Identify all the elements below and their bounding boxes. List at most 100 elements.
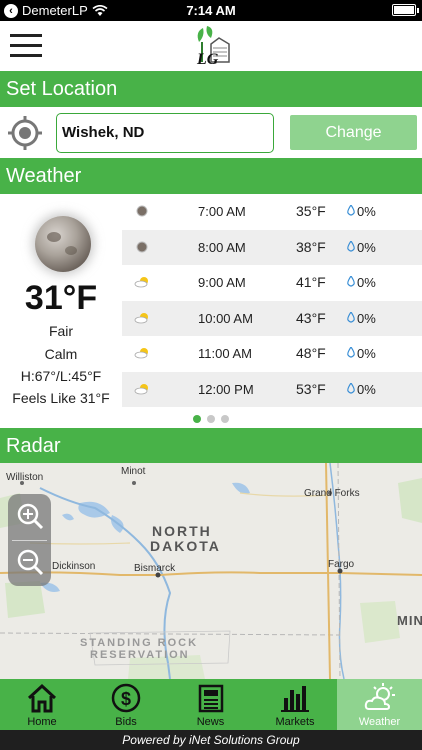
moon-icon: [136, 241, 148, 252]
hour-precip: 0%: [357, 275, 376, 290]
moon-icon: [136, 205, 148, 217]
nav-label: Bids: [115, 716, 137, 728]
map-city-label: Grand Forks: [304, 488, 360, 499]
moon-icon: [35, 216, 91, 272]
sun-cloud-icon: [134, 277, 148, 288]
nav-news[interactable]: News: [168, 679, 253, 730]
hour-time: 11:00 AM: [198, 346, 252, 361]
hourly-row: 9:00 AM 41°F 0%: [122, 265, 422, 301]
current-feels-like: Feels Like 31°F: [12, 390, 110, 406]
hourly-row: 8:00 AM 38°F 0%: [122, 229, 422, 265]
page-dot[interactable]: [192, 415, 201, 423]
current-conditions: 31°F Fair Calm H:67°/L:45°F Feels Like 3…: [0, 194, 122, 428]
dollar-icon: $: [111, 683, 141, 713]
status-bar: ‹ DemeterLP 7:14 AM: [0, 0, 422, 21]
zoom-in-button[interactable]: [8, 494, 51, 540]
zoom-in-icon: [17, 503, 44, 530]
crosshair-locate-icon[interactable]: [8, 116, 42, 150]
zoom-out-button[interactable]: [8, 540, 51, 586]
page-indicator[interactable]: [0, 410, 422, 423]
map-reservation-label: STANDING ROCK: [80, 637, 199, 649]
map-city-label: Fargo: [328, 559, 355, 570]
raindrop-icon: [347, 205, 355, 216]
hour-temp: 48°F: [296, 345, 326, 361]
svg-text:$: $: [121, 689, 131, 709]
sun-cloud-icon: [134, 312, 148, 323]
app-logo: LG: [196, 26, 230, 68]
hour-temp: 41°F: [296, 274, 326, 290]
radar-map[interactable]: Williston Minot Grand Forks Bismarck Far…: [0, 463, 422, 679]
hour-temp: 43°F: [296, 309, 326, 326]
hour-temp: 53°F: [296, 380, 326, 397]
menu-line-icon: [10, 54, 42, 57]
logo-text: LG: [196, 51, 219, 68]
hour-precip: 0%: [357, 239, 376, 255]
bottom-nav: Home $ Bids News Markets Weather: [0, 679, 422, 730]
map-reservation-label: RESERVATION: [90, 649, 190, 661]
set-location-header: Set Location: [0, 71, 422, 107]
nav-markets[interactable]: Markets: [253, 679, 337, 730]
menu-line-icon: [10, 34, 42, 37]
page-dot[interactable]: [207, 415, 215, 423]
hourly-row: 11:00 AM 48°F 0%: [122, 336, 422, 372]
raindrop-icon: [347, 347, 355, 358]
hour-time: 7:00 AM: [198, 204, 246, 219]
top-bar: LG: [0, 21, 422, 71]
hour-temp: 38°F: [296, 238, 326, 255]
nav-label: Home: [27, 716, 57, 728]
footer-powered-by: Powered by iNet Solutions Group: [0, 730, 422, 750]
hour-precip: 0%: [357, 346, 376, 361]
hour-time: 8:00 AM: [198, 239, 246, 255]
menu-line-icon: [10, 44, 42, 47]
hour-precip: 0%: [357, 310, 376, 326]
current-condition: Fair: [48, 323, 74, 339]
change-button[interactable]: Change: [290, 115, 417, 150]
hour-time: 10:00 AM: [198, 310, 253, 326]
bar-chart-icon: [281, 686, 309, 712]
zoom-out-icon: [17, 549, 44, 576]
current-hi-lo: H:67°/L:45°F: [20, 368, 102, 384]
nav-label: Markets: [275, 716, 315, 728]
home-icon: [27, 683, 57, 713]
hour-time: 9:00 AM: [198, 275, 246, 290]
location-row: Wishek, ND Change: [0, 107, 422, 159]
battery-icon: [392, 4, 419, 16]
map-state-label: DAKOTA: [150, 538, 221, 554]
hour-precip: 0%: [357, 381, 376, 397]
zoom-control: [8, 494, 51, 586]
hourly-row: 12:00 PM 53°F 0%: [122, 371, 422, 407]
newspaper-icon: [198, 684, 223, 713]
radar-header: Radar: [0, 428, 422, 464]
hour-temp: 35°F: [296, 203, 326, 219]
weather-header: Weather: [0, 158, 422, 194]
nav-label: Weather: [358, 716, 401, 728]
nav-label: News: [196, 716, 225, 728]
current-wind: Calm: [44, 346, 78, 362]
nav-weather[interactable]: Weather: [337, 679, 422, 730]
map-city-label: Williston: [6, 472, 44, 483]
menu-button[interactable]: [10, 33, 42, 59]
map-city-label: Minot: [121, 466, 146, 477]
hour-time: 12:00 PM: [198, 381, 254, 397]
raindrop-icon: [347, 240, 355, 252]
nav-bids[interactable]: $ Bids: [84, 679, 168, 730]
weather-panel[interactable]: 31°F Fair Calm H:67°/L:45°F Feels Like 3…: [0, 194, 422, 428]
hourly-row: 10:00 AM 43°F 0%: [122, 300, 422, 336]
map-state-label: NORTH: [152, 523, 212, 539]
raindrop-icon: [347, 311, 355, 323]
status-time: 7:14 AM: [186, 3, 236, 18]
page-dot[interactable]: [221, 415, 230, 423]
raindrop-icon: [347, 276, 355, 287]
map-city-label: Bismarck: [134, 563, 176, 574]
hourly-row: 7:00 AM 35°F 0%: [122, 194, 422, 230]
map-city-label: Dickinson: [52, 561, 96, 572]
nav-home[interactable]: Home: [0, 679, 84, 730]
location-input[interactable]: Wishek, ND: [56, 113, 274, 153]
map-state-label: MIN: [397, 613, 422, 628]
raindrop-icon: [347, 382, 355, 394]
current-temperature: 31°F: [24, 279, 98, 317]
sun-cloud-icon: [134, 348, 148, 359]
sun-cloud-icon: [364, 683, 395, 710]
sun-cloud-icon: [134, 383, 148, 394]
hour-precip: 0%: [357, 204, 376, 219]
